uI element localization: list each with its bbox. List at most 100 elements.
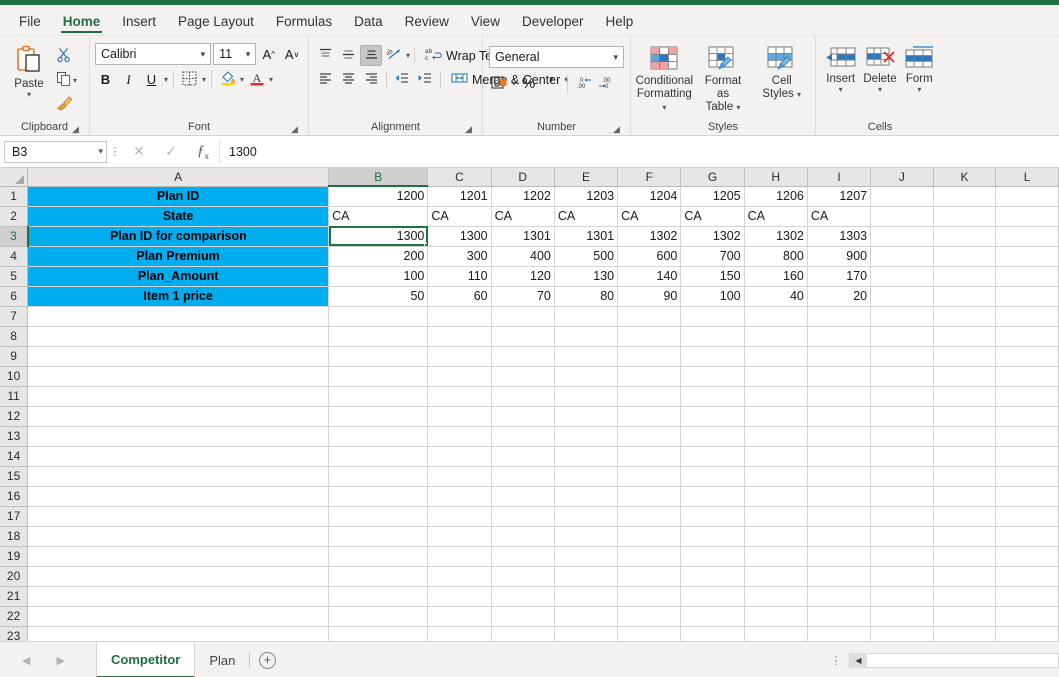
cell-l23[interactable] — [995, 626, 1059, 641]
cell-i2[interactable]: CA — [807, 206, 872, 227]
scroll-split-handle[interactable]: ⋮ — [823, 654, 849, 667]
cell-c22[interactable] — [427, 606, 492, 627]
orientation-button[interactable]: ab — [383, 45, 405, 66]
number-format-chevron-down-icon[interactable]: ▾ — [610, 52, 621, 63]
cell-c23[interactable] — [427, 626, 492, 641]
cell-j3[interactable] — [870, 226, 934, 247]
cell-d3[interactable]: 1301 — [491, 226, 555, 247]
cell-k6[interactable] — [933, 286, 997, 307]
cell-l8[interactable] — [995, 326, 1059, 347]
cell-h18[interactable] — [744, 526, 808, 547]
name-box[interactable]: B3 ▾ — [4, 140, 107, 163]
cell-d8[interactable] — [491, 326, 555, 347]
cell-f7[interactable] — [617, 306, 682, 327]
cell-h17[interactable] — [744, 506, 808, 527]
ribbon-tab-view[interactable]: View — [460, 11, 511, 35]
cell-h16[interactable] — [744, 486, 808, 507]
cell-j10[interactable] — [870, 366, 934, 387]
cell-j20[interactable] — [870, 566, 934, 587]
align-center-button[interactable] — [337, 69, 359, 90]
align-bottom-button[interactable] — [360, 45, 382, 66]
cell-l4[interactable] — [995, 246, 1059, 267]
cell-b1[interactable]: 1200 — [328, 186, 429, 207]
align-middle-button[interactable] — [337, 45, 359, 66]
cell-b13[interactable] — [328, 426, 429, 447]
delete-cells-chevron-down-icon[interactable]: ▾ — [878, 86, 882, 94]
cell-d20[interactable] — [491, 566, 555, 587]
ribbon-tab-help[interactable]: Help — [595, 11, 645, 35]
cell-e4[interactable]: 500 — [554, 246, 619, 267]
row-header-1[interactable]: 1 — [0, 186, 29, 207]
ribbon-tab-home[interactable]: Home — [52, 11, 112, 35]
cell-h8[interactable] — [744, 326, 808, 347]
cell-h6[interactable]: 40 — [744, 286, 808, 307]
increase-decimal-button[interactable]: 0 .00 — [573, 73, 594, 94]
cell-j21[interactable] — [870, 586, 934, 607]
cell-a7[interactable] — [27, 306, 330, 327]
cell-d6[interactable]: 70 — [491, 286, 555, 307]
cell-a16[interactable] — [27, 486, 330, 507]
cell-k1[interactable] — [933, 186, 997, 207]
ribbon-tab-page-layout[interactable]: Page Layout — [167, 11, 265, 35]
cell-h2[interactable]: CA — [744, 206, 808, 227]
cell-j9[interactable] — [870, 346, 934, 367]
row-header-22[interactable]: 22 — [0, 606, 29, 627]
cell-i1[interactable]: 1207 — [807, 186, 872, 207]
insert-cells-button[interactable]: Insert ▾ — [821, 42, 860, 97]
cell-l3[interactable] — [995, 226, 1059, 247]
row-header-19[interactable]: 19 — [0, 546, 29, 567]
cell-j14[interactable] — [870, 446, 934, 467]
cell-g19[interactable] — [680, 546, 745, 567]
cell-g2[interactable]: CA — [680, 206, 745, 227]
cell-c5[interactable]: 110 — [427, 266, 492, 287]
cell-styles-chevron-down-icon[interactable]: ▾ — [797, 90, 801, 99]
cell-k10[interactable] — [933, 366, 997, 387]
row-header-23[interactable]: 23 — [0, 626, 29, 641]
cell-c7[interactable] — [427, 306, 492, 327]
cell-l19[interactable] — [995, 546, 1059, 567]
cell-f2[interactable]: CA — [617, 206, 682, 227]
number-dialog-launcher[interactable]: ◢ — [612, 125, 621, 134]
cell-h12[interactable] — [744, 406, 808, 427]
row-header-17[interactable]: 17 — [0, 506, 29, 527]
row-header-14[interactable]: 14 — [0, 446, 29, 467]
row-header-15[interactable]: 15 — [0, 466, 29, 487]
accounting-chevron-down-icon[interactable]: ▾ — [512, 79, 516, 88]
cell-k21[interactable] — [933, 586, 997, 607]
conditional-formatting-button[interactable]: Conditional Formatting ▾ — [636, 42, 693, 117]
cell-g9[interactable] — [680, 346, 745, 367]
cell-e3[interactable]: 1301 — [554, 226, 619, 247]
cell-l1[interactable] — [995, 186, 1059, 207]
decrease-font-size-button[interactable]: A ∨ — [281, 44, 303, 65]
cell-c15[interactable] — [427, 466, 492, 487]
cell-e7[interactable] — [554, 306, 619, 327]
cell-f4[interactable]: 600 — [617, 246, 682, 267]
cell-l2[interactable] — [995, 206, 1059, 227]
cell-j1[interactable] — [870, 186, 934, 207]
cell-e19[interactable] — [554, 546, 619, 567]
cell-f6[interactable]: 90 — [617, 286, 682, 307]
cell-e6[interactable]: 80 — [554, 286, 619, 307]
cell-a2[interactable]: State — [27, 206, 330, 227]
formula-input[interactable]: 1300 — [219, 140, 1055, 163]
row-header-7[interactable]: 7 — [0, 306, 29, 327]
cell-l15[interactable] — [995, 466, 1059, 487]
cell-i18[interactable] — [807, 526, 872, 547]
cell-l16[interactable] — [995, 486, 1059, 507]
cell-j8[interactable] — [870, 326, 934, 347]
underline-chevron-down-icon[interactable]: ▾ — [164, 75, 168, 84]
cell-b11[interactable] — [328, 386, 429, 407]
column-header-f[interactable]: F — [617, 168, 682, 187]
cell-k16[interactable] — [933, 486, 997, 507]
cell-f18[interactable] — [617, 526, 682, 547]
format-as-table-button[interactable]: Format as Table ▾ — [695, 42, 752, 117]
cell-f9[interactable] — [617, 346, 682, 367]
cell-l13[interactable] — [995, 426, 1059, 447]
cell-d12[interactable] — [491, 406, 555, 427]
cell-i5[interactable]: 170 — [807, 266, 872, 287]
ribbon-tab-file[interactable]: File — [8, 11, 52, 35]
cell-b16[interactable] — [328, 486, 429, 507]
cell-i11[interactable] — [807, 386, 872, 407]
cell-e14[interactable] — [554, 446, 619, 467]
cell-i4[interactable]: 900 — [807, 246, 872, 267]
